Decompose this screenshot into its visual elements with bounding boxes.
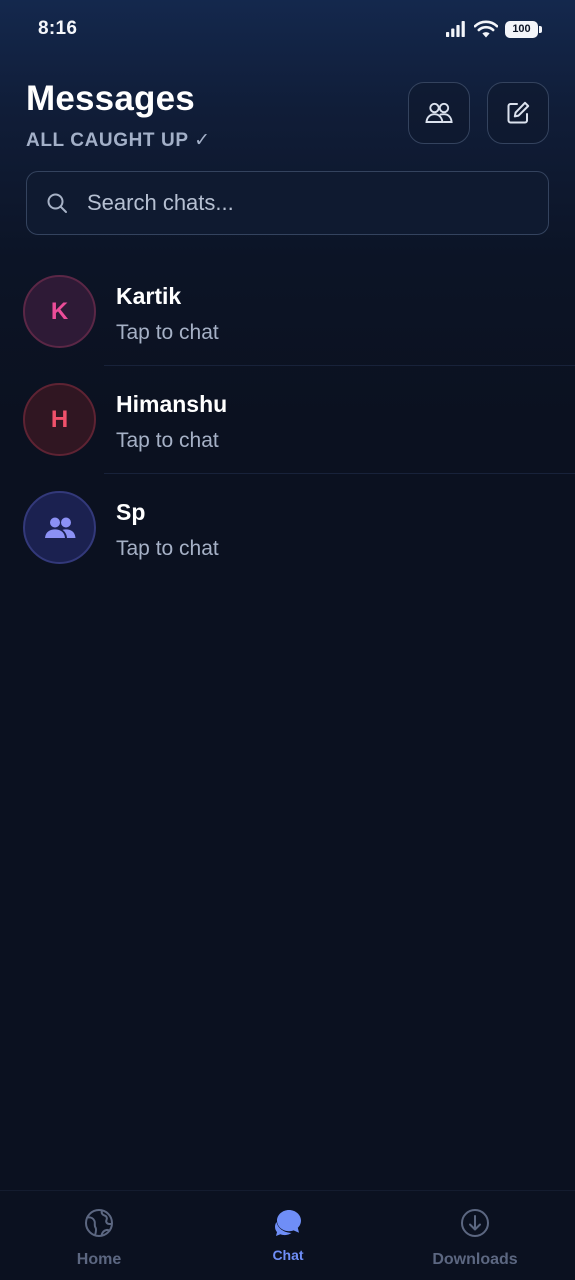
chat-preview: Tap to chat: [116, 321, 219, 344]
status-bar: 8:16 100: [0, 0, 575, 58]
nav-item-chat[interactable]: Chat: [218, 1191, 358, 1280]
chat-text: Himanshu Tap to chat: [116, 390, 227, 454]
avatar-letter: H: [50, 405, 69, 433]
nav-item-downloads[interactable]: Downloads: [405, 1191, 545, 1280]
chat-bubbles-icon: [272, 1207, 304, 1239]
group-icon: [44, 517, 75, 538]
chat-name: Himanshu: [116, 391, 228, 417]
avatar-letter: K: [50, 297, 69, 325]
battery-level: 100: [512, 23, 531, 35]
chat-preview: Tap to chat: [116, 537, 219, 560]
compose-icon: [507, 101, 530, 124]
messages-screen: 8:16 100 Messages ALL CAUGHT UP ✓ Search…: [0, 0, 575, 1280]
nav-label: Home: [76, 1251, 122, 1268]
bottom-nav: Home Chat Downloads: [0, 1190, 575, 1280]
status-icons: 100: [445, 20, 542, 38]
nav-label: Downloads: [432, 1251, 518, 1268]
compose-button[interactable]: [487, 82, 549, 144]
chat-list: K Kartik Tap to chat H Himanshu Tap to c…: [0, 258, 575, 582]
page-title: Messages: [26, 79, 195, 118]
chat-name: Sp: [116, 499, 146, 525]
wifi-icon: [474, 20, 498, 38]
search-input[interactable]: [87, 172, 548, 234]
avatar: [23, 491, 96, 564]
nav-item-home[interactable]: Home: [29, 1191, 169, 1280]
globe-icon: [83, 1207, 115, 1239]
search-bar[interactable]: [26, 171, 549, 235]
groups-button[interactable]: [408, 82, 470, 144]
chat-item-himanshu[interactable]: H Himanshu Tap to chat: [0, 366, 575, 474]
avatar: K: [23, 275, 96, 348]
chat-text: Sp Tap to chat: [116, 498, 219, 562]
chat-name: Kartik: [116, 283, 182, 309]
avatar: H: [23, 383, 96, 456]
chat-preview: Tap to chat: [116, 429, 219, 452]
group-icon: [425, 102, 453, 123]
search-icon: [45, 191, 69, 215]
status-time: 8:16: [38, 18, 78, 39]
signal-icon: [446, 21, 465, 37]
download-icon: [459, 1207, 491, 1239]
battery-icon: 100: [505, 20, 542, 38]
chat-item-kartik[interactable]: K Kartik Tap to chat: [0, 258, 575, 366]
chat-text: Kartik Tap to chat: [116, 282, 219, 346]
chat-item-sp[interactable]: Sp Tap to chat: [0, 474, 575, 582]
nav-label: Chat: [272, 1247, 304, 1263]
status-subtitle: ALL CAUGHT UP ✓: [26, 130, 211, 151]
